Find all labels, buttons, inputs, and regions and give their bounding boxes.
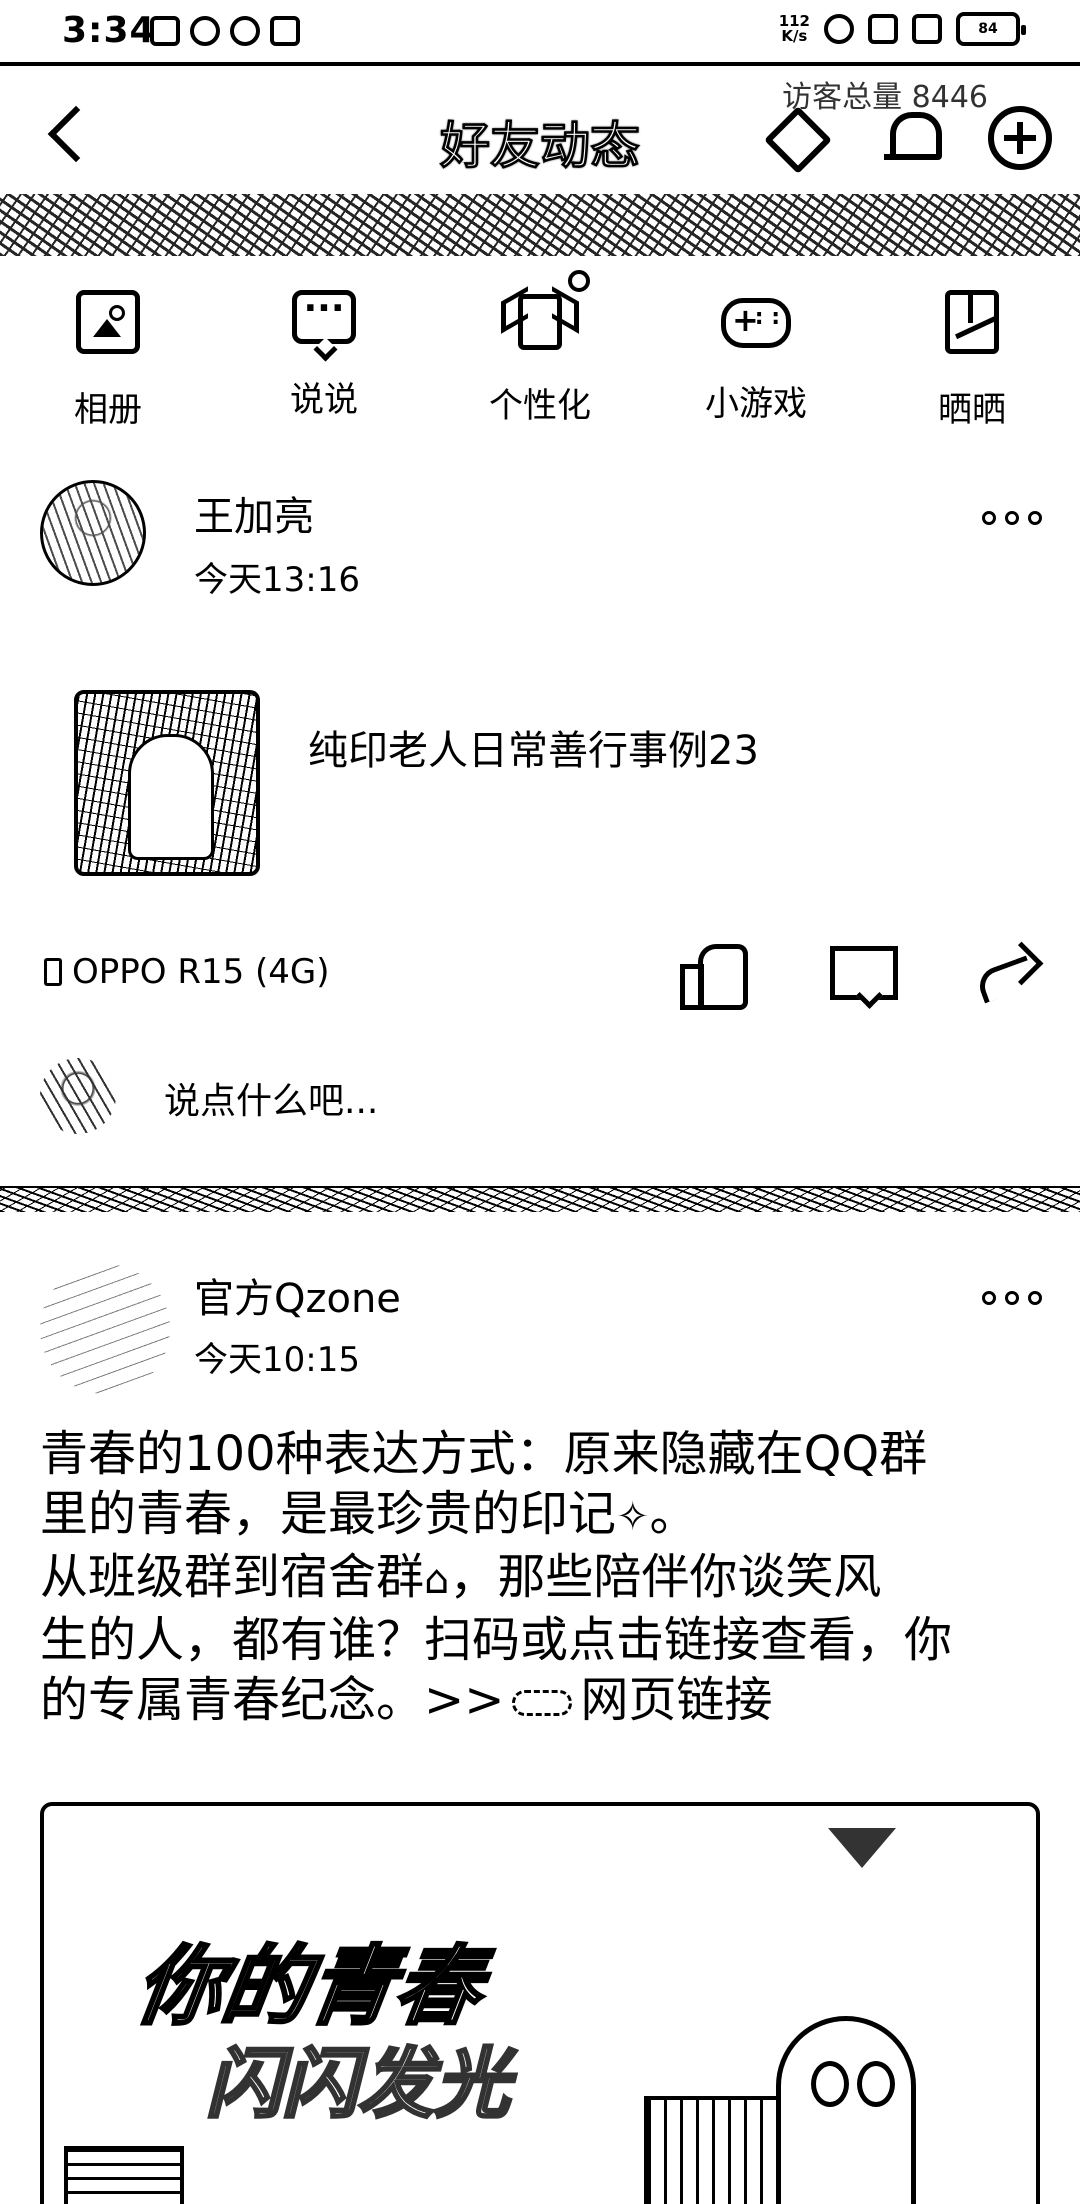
building-illustration (644, 2096, 794, 2204)
gamepad-icon (721, 298, 791, 348)
nav-label: 个性化 (489, 386, 591, 426)
post-time: 今天10:15 (194, 1340, 360, 1380)
flag-icon (828, 1828, 896, 1868)
post-text: 。 (649, 1486, 698, 1542)
post-line: 青春的100种表达方式：原来隐藏在QQ群 (40, 1426, 928, 1482)
chat-icon (292, 290, 356, 344)
nav-item-personalize[interactable]: 个性化 (432, 260, 648, 450)
more-icon[interactable] (982, 1288, 1042, 1308)
signal-icon (868, 14, 898, 44)
battery-level: 84 (978, 21, 998, 37)
shared-thumbnail[interactable] (74, 690, 260, 876)
banner-subline: 闪闪发光 (205, 2038, 512, 2130)
share-icon[interactable] (972, 936, 1042, 1006)
post-line: 的专属青春纪念。>> 网页链接 (40, 1670, 1050, 1730)
eye-icon (190, 16, 220, 46)
nav-item-shuoshuo[interactable]: 说说 (216, 260, 432, 450)
nav-label: 小游戏 (705, 384, 807, 424)
header-texture (0, 194, 1080, 256)
link-icon (512, 1690, 573, 1716)
post-text: ，那些陪伴你谈笑风 (449, 1549, 882, 1605)
signal-2-icon (912, 14, 942, 44)
status-left-icons (150, 16, 300, 46)
diamond-icon[interactable] (762, 106, 826, 170)
device-name: OPPO R15 (4G) (72, 952, 330, 992)
sparkle-icon: ✧ (616, 1494, 650, 1540)
post-text: 的专属青春纪念。>> (40, 1672, 505, 1728)
like-icon[interactable] (676, 936, 748, 1010)
notification-icon (150, 16, 180, 46)
my-avatar (40, 1058, 116, 1134)
school-icon: ⌂ (424, 1557, 450, 1603)
wifi-icon (824, 14, 854, 44)
post-line: 里的青春，是最珍贵的印记✧。 (40, 1484, 1050, 1547)
app-icon (270, 16, 300, 46)
status-bar: 3:34 112 K/s 84 (0, 0, 1080, 62)
avatar[interactable] (40, 1264, 170, 1394)
avatar[interactable] (40, 480, 146, 586)
new-dot-badge (568, 270, 590, 292)
album-icon (76, 290, 140, 354)
post-banner[interactable]: 你的青春 闪闪发光 (40, 1802, 1040, 2204)
feed-divider (0, 1186, 1080, 1212)
comment-input[interactable]: 说点什么吧... (164, 1072, 378, 1124)
building-illustration (64, 2146, 184, 2204)
show-icon (945, 290, 999, 354)
add-icon[interactable] (988, 106, 1052, 170)
header: 访客总量 8446 好友动态 (0, 66, 1080, 256)
penguin-mascot (776, 2016, 916, 2204)
shared-title[interactable]: 纯印老人日常善行事例23 (308, 718, 759, 776)
more-icon[interactable] (982, 508, 1042, 528)
battery-icon: 84 (956, 12, 1026, 46)
post-author[interactable]: 王加亮 (194, 484, 314, 542)
nav-label: 说说 (290, 380, 358, 420)
alarm-icon (230, 16, 260, 46)
nav-item-games[interactable]: 小游戏 (648, 260, 864, 450)
comment-icon[interactable] (826, 936, 898, 1006)
nav-item-album[interactable]: 相册 (0, 260, 216, 450)
nav-label: 相册 (74, 390, 142, 430)
phone-icon (44, 958, 62, 986)
net-speed-unit: K/s (781, 27, 808, 45)
post-body: 青春的100种表达方式：原来隐藏在QQ群 里的青春，是最珍贵的印记✧。 从班级群… (40, 1424, 1050, 1730)
post-line: 生的人，都有谁？扫码或点击链接查看，你 (40, 1612, 953, 1668)
post-text: 里的青春，是最珍贵的印记 (40, 1486, 617, 1542)
web-link[interactable]: 网页链接 (580, 1672, 772, 1728)
status-time: 3:34 (62, 10, 156, 51)
nav-label: 晒晒 (938, 390, 1006, 430)
status-right-icons: 112 K/s 84 (779, 12, 1026, 46)
post-time: 今天13:16 (194, 560, 360, 600)
nav-item-show[interactable]: 晒晒 (864, 260, 1080, 450)
device-info: OPPO R15 (4G) (44, 952, 330, 992)
post-line: 从班级群到宿舍群⌂，那些陪伴你谈笑风 (40, 1547, 1050, 1610)
post-author[interactable]: 官方Qzone (194, 1266, 401, 1324)
shirt-icon (518, 294, 562, 350)
post-text: 从班级群到宿舍群 (40, 1549, 425, 1605)
quick-nav: 相册 说说 个性化 小游戏 晒晒 (0, 260, 1080, 450)
net-speed: 112 K/s (779, 14, 810, 44)
bell-icon[interactable] (880, 106, 944, 170)
